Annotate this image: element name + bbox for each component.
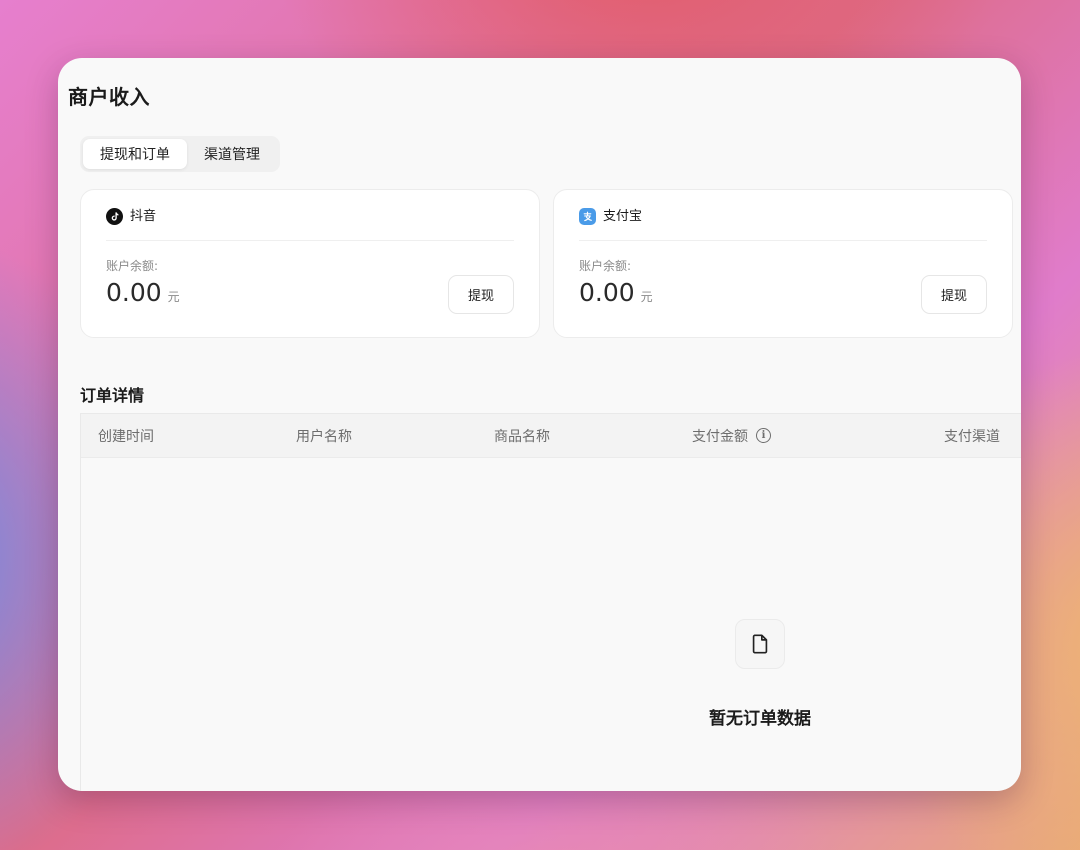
merchant-income-window: 商户收入 提现和订单 渠道管理 抖音 账户余额: 0.00 元 提现 支付宝 账… xyxy=(58,58,1021,791)
orders-table: 创建时间 用户名称 商品名称 支付金额 i 支付渠道 暂无订单数据 xyxy=(80,413,1021,791)
document-icon xyxy=(735,619,785,669)
douyin-balance-card: 抖音 账户余额: 0.00 元 提现 xyxy=(80,189,540,338)
column-label: 用户名称 xyxy=(296,428,352,445)
channel-name: 支付宝 xyxy=(603,209,643,224)
card-header: 支付宝 xyxy=(579,208,987,241)
balance-value: 0.00 元 xyxy=(579,278,653,307)
balance-unit: 元 xyxy=(640,290,653,304)
douyin-icon xyxy=(106,208,123,225)
page-title: 商户收入 xyxy=(68,85,150,109)
balance-amount: 0.00 xyxy=(579,278,635,307)
column-header-user-name[interactable]: 用户名称 xyxy=(296,414,352,457)
alipay-withdraw-button[interactable]: 提现 xyxy=(921,275,987,314)
tab-channel-management[interactable]: 渠道管理 xyxy=(187,139,277,169)
column-label: 支付金额 xyxy=(692,428,748,445)
channel-cards: 抖音 账户余额: 0.00 元 提现 支付宝 账户余额: 0.00 元 提现 xyxy=(80,189,1014,338)
balance-value: 0.00 元 xyxy=(106,278,180,307)
column-header-created-time[interactable]: 创建时间 xyxy=(98,414,154,457)
card-header: 抖音 xyxy=(106,208,514,241)
column-label: 创建时间 xyxy=(98,428,154,445)
tab-bar: 提现和订单 渠道管理 xyxy=(80,136,280,172)
balance-unit: 元 xyxy=(167,290,180,304)
balance-label: 账户余额: xyxy=(579,259,632,273)
balance-label: 账户余额: xyxy=(106,259,159,273)
douyin-withdraw-button[interactable]: 提现 xyxy=(448,275,514,314)
channel-name: 抖音 xyxy=(130,209,157,224)
empty-state-text: 暂无订单数据 xyxy=(709,709,811,729)
column-header-payment-amount[interactable]: 支付金额 i xyxy=(692,414,771,457)
tab-withdraw-and-orders[interactable]: 提现和订单 xyxy=(83,139,187,169)
info-icon[interactable]: i xyxy=(756,428,771,443)
column-header-product-name[interactable]: 商品名称 xyxy=(494,414,550,457)
orders-section-title: 订单详情 xyxy=(80,386,145,405)
column-label: 支付渠道 xyxy=(944,428,1000,445)
column-label: 商品名称 xyxy=(494,428,550,445)
balance-amount: 0.00 xyxy=(106,278,162,307)
table-header: 创建时间 用户名称 商品名称 支付金额 i 支付渠道 xyxy=(81,414,1021,458)
alipay-balance-card: 支付宝 账户余额: 0.00 元 提现 xyxy=(553,189,1013,338)
alipay-icon xyxy=(579,208,596,225)
column-header-payment-channel[interactable]: 支付渠道 xyxy=(944,414,1000,457)
